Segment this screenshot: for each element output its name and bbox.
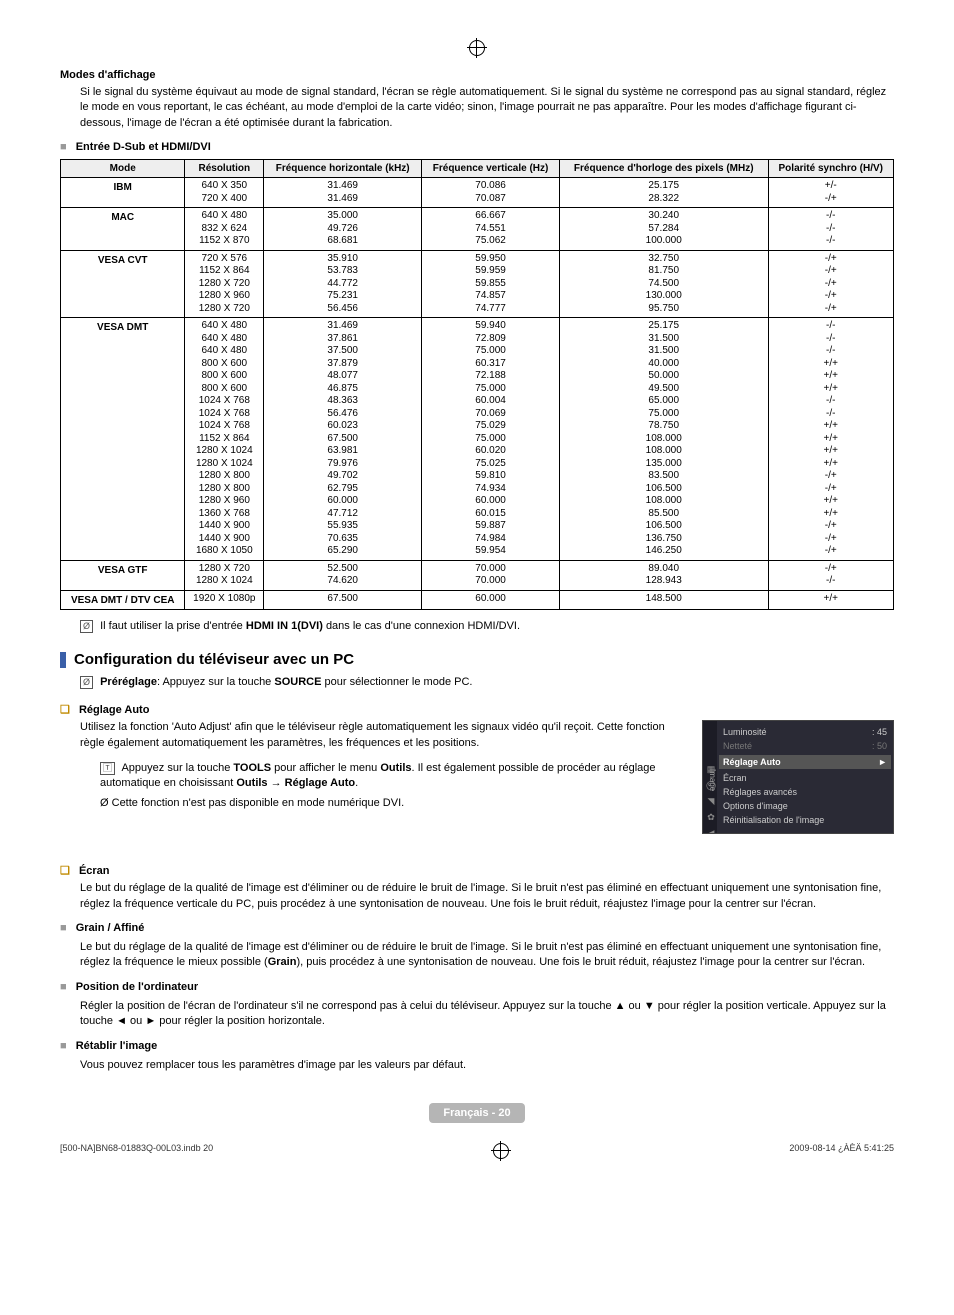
cell-pol: -/+-/- bbox=[768, 560, 894, 590]
config-pc-heading: Configuration du téléviseur avec un PC bbox=[60, 651, 894, 668]
retablir-heading: ■ Rétablir l'image bbox=[60, 1040, 894, 1052]
grain-paragraph: Le but du réglage de la qualité de l'ima… bbox=[80, 940, 894, 971]
osd-side-icons: ▦ ◯ ◥ ✿ ◀ ▭ bbox=[705, 759, 717, 834]
square-bullet-icon: ■ bbox=[60, 981, 67, 993]
table-row: MAC640 X 480832 X 6241152 X 87035.00049.… bbox=[61, 208, 894, 251]
note-icon: Ø bbox=[80, 676, 93, 689]
cell-mode: VESA DMT / DTV CEA bbox=[61, 590, 185, 610]
square-bullet-icon: ■ bbox=[60, 141, 67, 153]
osd-row-reinit: Réinitialisation de l'image bbox=[723, 813, 887, 827]
osd-row-reglages-avances: Réglages avancés bbox=[723, 785, 887, 799]
table-row: VESA CVT720 X 5761152 X 8641280 X 720128… bbox=[61, 250, 894, 318]
col-polarity: Polarité synchro (H/V) bbox=[768, 160, 894, 178]
cell-mode: VESA CVT bbox=[61, 250, 185, 318]
osd-row-reglage-auto: Réglage Auto► bbox=[719, 755, 891, 769]
col-pfreq: Fréquence d'horloge des pixels (MHz) bbox=[559, 160, 768, 178]
cell-pol: +/+ bbox=[768, 590, 894, 610]
table-row: VESA GTF1280 X 7201280 X 102452.50074.62… bbox=[61, 560, 894, 590]
cell-h: 35.00049.72668.681 bbox=[264, 208, 422, 251]
registration-mark-bottom bbox=[493, 1143, 509, 1159]
page-footer-bar: [500-NA]BN68-01883Q-00L03.indb 20 2009-0… bbox=[60, 1143, 894, 1159]
cell-pol: -/--/--/- bbox=[768, 208, 894, 251]
table-row: VESA DMT640 X 480640 X 480640 X 480800 X… bbox=[61, 318, 894, 561]
intro-paragraph: Si le signal du système équivaut au mode… bbox=[80, 85, 894, 131]
cell-h: 31.46931.469 bbox=[264, 178, 422, 208]
cell-res: 1920 X 1080p bbox=[185, 590, 264, 610]
col-vfreq: Fréquence verticale (Hz) bbox=[422, 160, 560, 178]
cell-pol: -/+-/+-/+-/+-/+ bbox=[768, 250, 894, 318]
col-mode: Mode bbox=[61, 160, 185, 178]
cell-p: 30.24057.284100.000 bbox=[559, 208, 768, 251]
registration-mark-top bbox=[60, 40, 894, 59]
osd-row-luminosite: Luminosité: 45 bbox=[723, 725, 887, 739]
cell-res: 640 X 350720 X 400 bbox=[185, 178, 264, 208]
cell-v: 60.000 bbox=[422, 590, 560, 610]
footer-left: [500-NA]BN68-01883Q-00L03.indb 20 bbox=[60, 1143, 213, 1159]
cell-v: 59.94072.80975.00060.31772.18875.00060.0… bbox=[422, 318, 560, 561]
table-row: VESA DMT / DTV CEA1920 X 1080p67.50060.0… bbox=[61, 590, 894, 610]
reglage-auto-heading: ❑ Réglage Auto bbox=[60, 703, 894, 716]
cell-res: 720 X 5761152 X 8641280 X 7201280 X 9601… bbox=[185, 250, 264, 318]
grain-heading: ■ Grain / Affiné bbox=[60, 922, 894, 934]
cell-h: 31.46937.86137.50037.87948.07746.87548.3… bbox=[264, 318, 422, 561]
cell-p: 89.040128.943 bbox=[559, 560, 768, 590]
gear-icon: ✿ bbox=[705, 812, 717, 823]
osd-preview-panel: Image ▦ ◯ ◥ ✿ ◀ ▭ Luminosité: 45 Netteté… bbox=[702, 720, 894, 834]
osd-row-ecran: Écran bbox=[723, 771, 887, 785]
cell-p: 32.75081.75074.500130.00095.750 bbox=[559, 250, 768, 318]
input-icon: ◀ bbox=[705, 828, 717, 834]
hdmi-note: Ø Il faut utiliser la prise d'entrée HDM… bbox=[80, 620, 894, 633]
note-icon: Ø bbox=[80, 620, 93, 633]
tools-icon: 🅃 bbox=[100, 762, 115, 775]
heading-bar-icon bbox=[60, 652, 66, 668]
table-row: IBM640 X 350720 X 40031.46931.46970.0867… bbox=[61, 178, 894, 208]
display-modes-table: Mode Résolution Fréquence horizontale (k… bbox=[60, 159, 894, 610]
square-bullet-icon: ■ bbox=[60, 1040, 67, 1052]
cell-pol: +/--/+ bbox=[768, 178, 894, 208]
arrow-right-icon: ► bbox=[878, 757, 887, 767]
cell-h: 67.500 bbox=[264, 590, 422, 610]
cell-v: 66.66774.55175.062 bbox=[422, 208, 560, 251]
cell-mode: VESA GTF bbox=[61, 560, 185, 590]
cell-v: 70.00070.000 bbox=[422, 560, 560, 590]
cell-p: 25.17531.50031.50040.00050.00049.50065.0… bbox=[559, 318, 768, 561]
circle-icon: ◯ bbox=[705, 780, 717, 791]
cell-mode: MAC bbox=[61, 208, 185, 251]
position-heading: ■ Position de l'ordinateur bbox=[60, 981, 894, 993]
osd-row-nettete: Netteté: 50 bbox=[723, 739, 887, 753]
cell-res: 640 X 480832 X 6241152 X 870 bbox=[185, 208, 264, 251]
page-number-badge: Français - 20 bbox=[429, 1103, 524, 1123]
cell-res: 1280 X 7201280 X 1024 bbox=[185, 560, 264, 590]
speaker-icon: ◥ bbox=[705, 796, 717, 807]
osd-row-options-image: Options d'image bbox=[723, 799, 887, 813]
ecran-heading: ❑ Écran bbox=[60, 864, 894, 877]
picture-icon: ▦ bbox=[705, 764, 717, 775]
cell-v: 59.95059.95959.85574.85774.777 bbox=[422, 250, 560, 318]
cell-res: 640 X 480640 X 480640 X 480800 X 600800 … bbox=[185, 318, 264, 561]
note-icon: Ø bbox=[100, 797, 109, 809]
cell-h: 35.91053.78344.77275.23156.456 bbox=[264, 250, 422, 318]
dsub-hdmi-subheading: ■ Entrée D-Sub et HDMI/DVI bbox=[60, 141, 894, 153]
modes-affichage-heading: Modes d'affichage bbox=[60, 69, 894, 81]
cell-h: 52.50074.620 bbox=[264, 560, 422, 590]
cell-pol: -/--/--/-+/++/++/+-/--/-+/++/++/++/+-/+-… bbox=[768, 318, 894, 561]
section-q-icon: ❑ bbox=[60, 865, 70, 877]
position-paragraph: Régler la position de l'écran de l'ordin… bbox=[80, 999, 894, 1030]
cell-mode: VESA DMT bbox=[61, 318, 185, 561]
footer-right: 2009-08-14 ¿ÀÈÄ 5:41:25 bbox=[789, 1143, 894, 1159]
retablir-paragraph: Vous pouvez remplacer tous les paramètre… bbox=[80, 1058, 894, 1073]
prereg-note: Ø Préréglage: Appuyez sur la touche SOUR… bbox=[80, 676, 894, 689]
cell-p: 148.500 bbox=[559, 590, 768, 610]
page-footer-center: Français - 20 bbox=[60, 1103, 894, 1123]
square-bullet-icon: ■ bbox=[60, 922, 67, 934]
col-hfreq: Fréquence horizontale (kHz) bbox=[264, 160, 422, 178]
cell-p: 25.17528.322 bbox=[559, 178, 768, 208]
section-q-icon: ❑ bbox=[60, 704, 70, 716]
cell-v: 70.08670.087 bbox=[422, 178, 560, 208]
col-resolution: Résolution bbox=[185, 160, 264, 178]
ecran-intro-paragraph: Le but du réglage de la qualité de l'ima… bbox=[80, 881, 894, 912]
cell-mode: IBM bbox=[61, 178, 185, 208]
